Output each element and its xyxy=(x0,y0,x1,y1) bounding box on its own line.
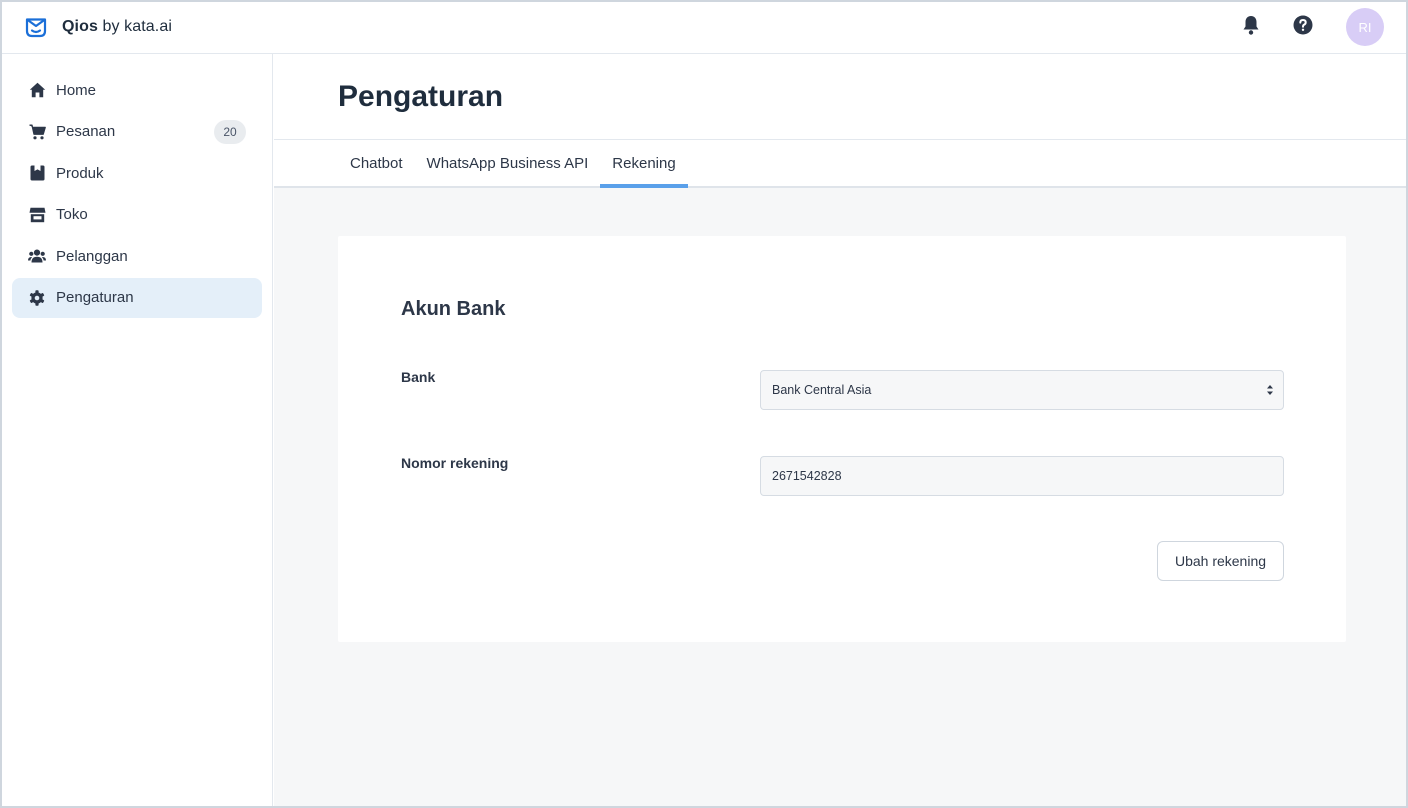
top-actions: RI xyxy=(1236,8,1384,46)
gear-icon xyxy=(28,289,46,307)
users-icon xyxy=(28,247,46,265)
user-avatar[interactable]: RI xyxy=(1346,8,1384,46)
qios-logo-icon xyxy=(24,15,48,39)
help-icon xyxy=(1293,15,1313,40)
sidebar-item-pengaturan[interactable]: Pengaturan xyxy=(12,277,262,318)
bank-label: Bank xyxy=(401,369,436,385)
brand-title: Qios by kata.ai xyxy=(62,18,172,36)
bank-select-value: Bank Central Asia xyxy=(772,383,872,397)
notifications-button[interactable] xyxy=(1236,12,1266,42)
product-icon xyxy=(28,164,46,182)
help-button[interactable] xyxy=(1288,12,1318,42)
account-number-field[interactable]: 2671542828 xyxy=(760,456,1284,496)
sidebar-item-pesanan[interactable]: Pesanan 20 xyxy=(12,112,262,152)
sidebar-item-label: Home xyxy=(56,81,97,99)
sidebar-item-label: Produk xyxy=(56,164,104,182)
bank-select[interactable]: Bank Central Asia xyxy=(760,370,1284,410)
top-bar: Qios by kata.ai RI xyxy=(2,2,1406,54)
bell-icon xyxy=(1242,15,1260,40)
account-number-value: 2671542828 xyxy=(772,469,842,483)
home-icon xyxy=(28,81,46,99)
tab-chatbot[interactable]: Chatbot xyxy=(338,142,415,188)
sidebar-item-pelanggan[interactable]: Pelanggan xyxy=(12,236,262,276)
main-content: Pengaturan Chatbot WhatsApp Business API… xyxy=(274,54,1406,806)
sidebar-item-label: Pengaturan xyxy=(56,289,134,307)
bank-account-card: Akun Bank Bank Bank Central Asia Nomor r… xyxy=(338,236,1346,642)
change-account-button[interactable]: Ubah rekening xyxy=(1157,541,1284,581)
orders-count-badge: 20 xyxy=(214,119,246,144)
tab-whatsapp-business-api[interactable]: WhatsApp Business API xyxy=(415,142,601,188)
sidebar-item-produk[interactable]: Produk xyxy=(12,153,262,193)
settings-tabs: Chatbot WhatsApp Business API Rekening xyxy=(274,140,1406,188)
sidebar-item-label: Pelanggan xyxy=(56,247,128,265)
card-title: Akun Bank xyxy=(401,298,506,320)
select-arrows-icon xyxy=(1265,383,1275,397)
sidebar-item-label: Toko xyxy=(56,206,88,224)
page-title: Pengaturan xyxy=(338,80,504,113)
sidebar-item-toko[interactable]: Toko xyxy=(12,195,262,235)
sidebar-item-home[interactable]: Home xyxy=(12,70,262,110)
tab-rekening[interactable]: Rekening xyxy=(600,142,688,188)
account-number-label: Nomor rekening xyxy=(401,455,509,471)
sidebar-item-label: Pesanan xyxy=(56,123,116,141)
brand-suffix: by kata.ai xyxy=(97,18,172,35)
page-header: Pengaturan xyxy=(274,54,1406,140)
brand-name: Qios xyxy=(62,18,98,35)
brand[interactable]: Qios by kata.ai xyxy=(24,15,172,39)
app-window: Qios by kata.ai RI Home Pesanan 20 Produ… xyxy=(0,0,1408,808)
store-icon xyxy=(28,206,46,224)
cart-icon xyxy=(28,123,46,141)
sidebar: Home Pesanan 20 Produk Toko Pelanggan Pe… xyxy=(2,54,273,806)
